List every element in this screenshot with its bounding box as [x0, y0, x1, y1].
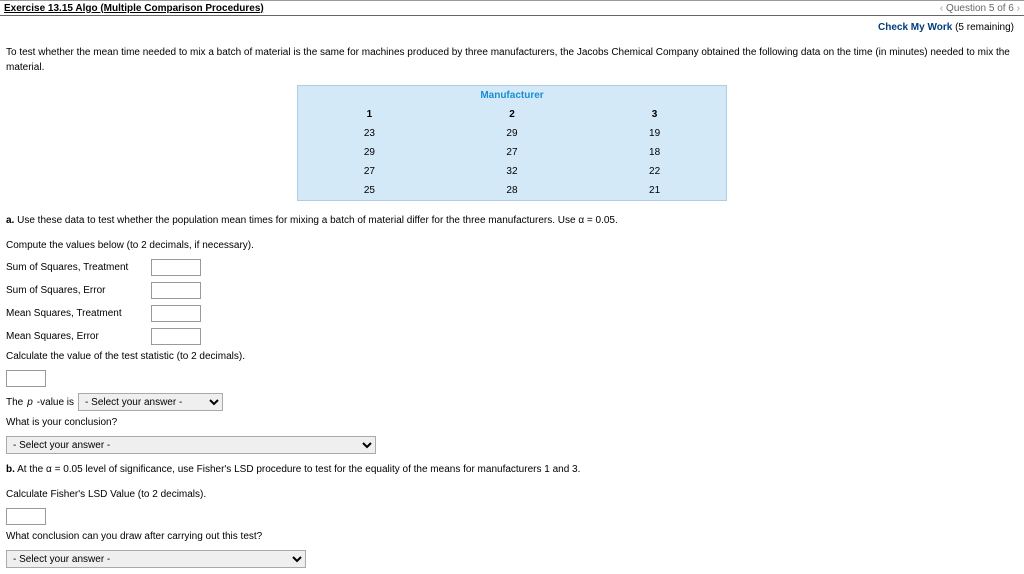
ss-treatment-input[interactable]: [151, 259, 201, 276]
ms-treatment-row: Mean Squares, Treatment: [6, 305, 1018, 322]
question-nav: ‹ Question 5 of 6 ›: [940, 3, 1020, 14]
ss-error-label: Sum of Squares, Error: [6, 285, 141, 296]
ms-error-input[interactable]: [151, 328, 201, 345]
conclusion-a-prompt: What is your conclusion?: [6, 417, 1018, 428]
check-my-work-link[interactable]: Check My Work: [878, 22, 955, 33]
table-row: 292718: [298, 143, 727, 162]
subheader: Check My Work (5 remaining): [0, 16, 1024, 45]
lsd-value-input[interactable]: [6, 508, 46, 525]
manufacturer-table: Manufacturer 1 2 3 232919 292718 273222 …: [297, 85, 727, 201]
calc-stat-instruction: Calculate the value of the test statisti…: [6, 351, 1018, 362]
ss-treatment-label: Sum of Squares, Treatment: [6, 262, 141, 273]
p-value-select[interactable]: - Select your answer -: [78, 393, 223, 411]
prev-arrow-icon[interactable]: ‹: [940, 3, 943, 14]
part-b-question: b. At the α = 0.05 level of significance…: [6, 464, 1018, 475]
table-header: Manufacturer: [298, 86, 727, 106]
header-bar: Exercise 13.15 Algo (Multiple Comparison…: [0, 0, 1024, 16]
test-statistic-input[interactable]: [6, 370, 46, 387]
next-arrow-icon[interactable]: ›: [1017, 3, 1020, 14]
ms-error-row: Mean Squares, Error: [6, 328, 1018, 345]
data-table-wrap: Manufacturer 1 2 3 232919 292718 273222 …: [297, 85, 727, 201]
exercise-title: Exercise 13.15 Algo (Multiple Comparison…: [4, 3, 264, 14]
intro-text: To test whether the mean time needed to …: [6, 45, 1018, 75]
col-1: 1: [298, 105, 441, 124]
ms-error-label: Mean Squares, Error: [6, 331, 141, 342]
part-b-prefix: b.: [6, 464, 15, 475]
part-a-question: a. Use these data to test whether the po…: [6, 215, 1018, 226]
ms-treatment-input[interactable]: [151, 305, 201, 322]
ms-treatment-label: Mean Squares, Treatment: [6, 308, 141, 319]
ss-treatment-row: Sum of Squares, Treatment: [6, 259, 1018, 276]
col-3: 3: [583, 105, 726, 124]
conclusion-b-prompt: What conclusion can you draw after carry…: [6, 531, 1018, 542]
table-row: 232919: [298, 124, 727, 143]
conclusion-b-select[interactable]: - Select your answer -: [6, 550, 306, 568]
ss-error-input[interactable]: [151, 282, 201, 299]
col-headers: 1 2 3: [298, 105, 727, 124]
question-number: Question 5 of 6: [946, 3, 1014, 14]
content-area: To test whether the mean time needed to …: [0, 45, 1024, 568]
conclusion-a-select[interactable]: - Select your answer -: [6, 436, 376, 454]
remaining-count: (5 remaining): [955, 22, 1014, 33]
compute-instruction: Compute the values below (to 2 decimals,…: [6, 240, 1018, 251]
ss-error-row: Sum of Squares, Error: [6, 282, 1018, 299]
calc-lsd-instruction: Calculate Fisher's LSD Value (to 2 decim…: [6, 489, 1018, 500]
p-value-row: The p -value is - Select your answer -: [6, 393, 1018, 411]
table-row: 273222: [298, 162, 727, 181]
table-row: 252821: [298, 181, 727, 201]
col-2: 2: [441, 105, 583, 124]
